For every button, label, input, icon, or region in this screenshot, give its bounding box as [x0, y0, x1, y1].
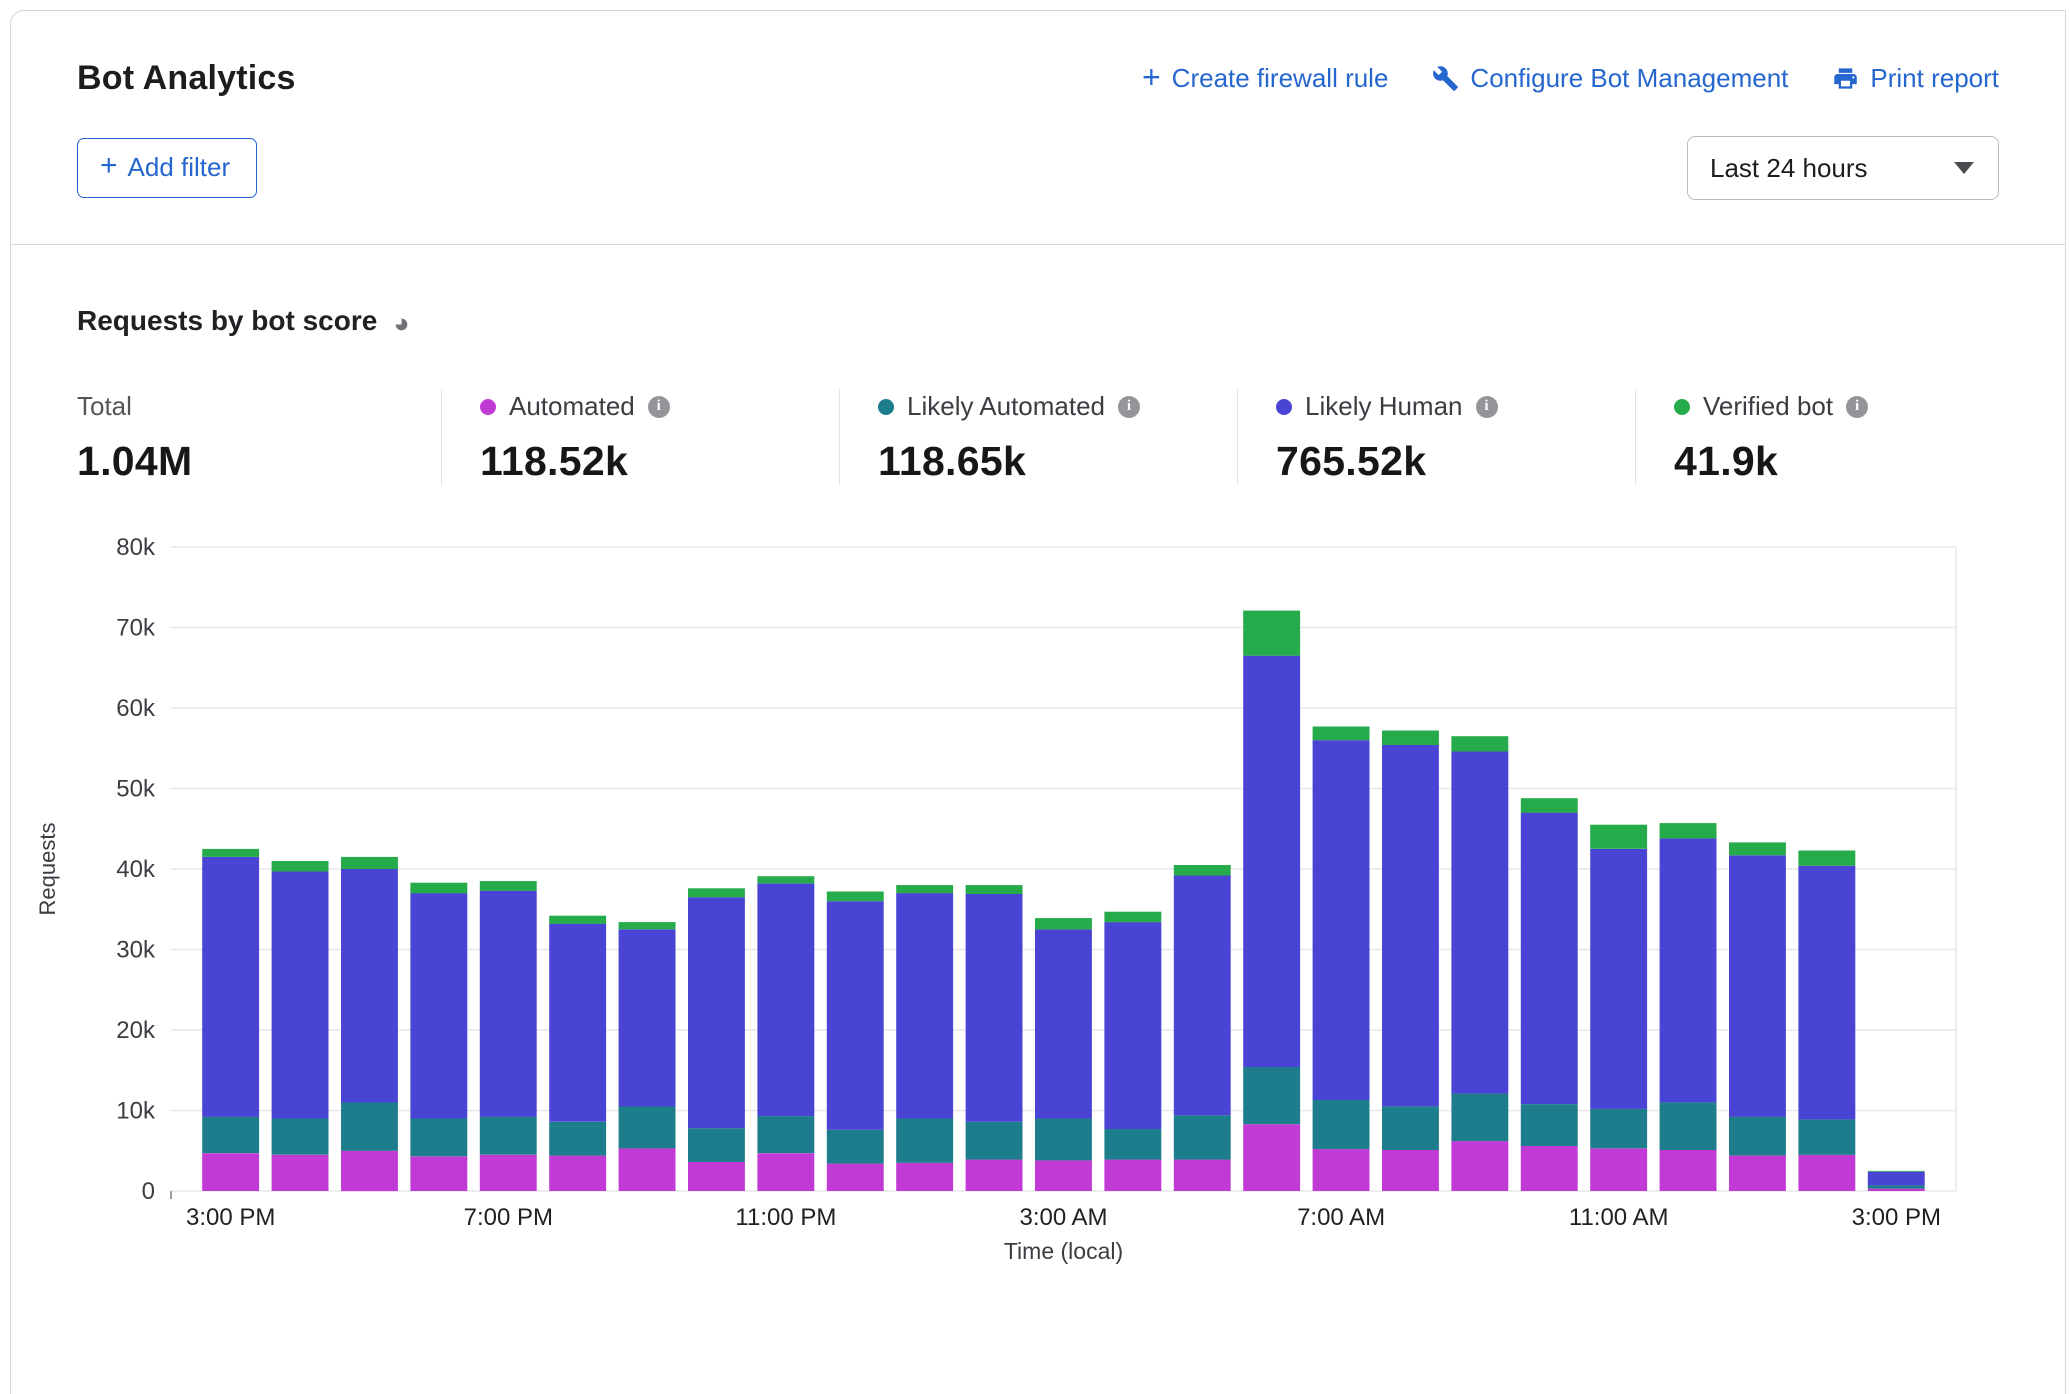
- header-section: Bot Analytics + Create firewall rule Con…: [11, 11, 2065, 245]
- legend-dot-likely-automated: [878, 399, 894, 415]
- stat-automated: Automated i 118.52k: [441, 389, 839, 485]
- svg-text:3:00 PM: 3:00 PM: [186, 1204, 275, 1231]
- stat-verified-bot-label: Verified bot: [1703, 391, 1833, 422]
- requests-by-bot-score-chart: 0 10k 20k 30k 40k 50k 60k 70k 80k 3:00 PM 7:00 PM 1…: [31, 519, 2021, 1277]
- page-title: Bot Analytics: [77, 59, 296, 98]
- svg-text:70k: 70k: [116, 615, 156, 642]
- legend-dot-verified-bot: [1674, 399, 1690, 415]
- svg-text:10k: 10k: [116, 1098, 156, 1125]
- stat-likely-human: Likely Human i 765.52k: [1237, 389, 1635, 485]
- stat-total-label: Total: [77, 391, 132, 422]
- stat-verified-bot-value: 41.9k: [1674, 438, 2033, 485]
- svg-text:80k: 80k: [116, 534, 156, 561]
- svg-text:11:00 PM: 11:00 PM: [735, 1204, 836, 1231]
- info-icon[interactable]: i: [1476, 396, 1498, 418]
- pie-chart-icon: ◕: [393, 310, 409, 337]
- svg-text:Time (local): Time (local): [1004, 1238, 1123, 1264]
- time-range-value: Last 24 hours: [1710, 153, 1868, 184]
- svg-text:50k: 50k: [116, 776, 156, 803]
- configure-bot-management-label: Configure Bot Management: [1470, 63, 1788, 94]
- stat-automated-label: Automated: [509, 391, 635, 422]
- printer-icon: [1832, 65, 1859, 92]
- configure-bot-management-link[interactable]: Configure Bot Management: [1432, 63, 1788, 94]
- stat-likely-human-value: 765.52k: [1276, 438, 1635, 485]
- stat-total-value: 1.04M: [77, 438, 441, 485]
- legend-dot-automated: [480, 399, 496, 415]
- svg-text:3:00 AM: 3:00 AM: [1019, 1204, 1107, 1231]
- stat-total: Total 1.04M: [77, 389, 441, 485]
- create-firewall-rule-label: Create firewall rule: [1172, 63, 1389, 94]
- info-icon[interactable]: i: [648, 396, 670, 418]
- svg-text:20k: 20k: [116, 1017, 156, 1044]
- svg-text:3:00 PM: 3:00 PM: [1852, 1204, 1941, 1231]
- stat-likely-automated: Likely Automated i 118.65k: [839, 389, 1237, 485]
- plus-icon: +: [100, 151, 118, 181]
- header-actions: + Create firewall rule Configure Bot Man…: [1142, 63, 1999, 95]
- bot-analytics-card: Bot Analytics + Create firewall rule Con…: [10, 10, 2066, 1394]
- stat-automated-value: 118.52k: [480, 438, 839, 485]
- legend-dot-likely-human: [1276, 399, 1292, 415]
- svg-text:0: 0: [142, 1178, 155, 1205]
- svg-text:11:00 AM: 11:00 AM: [1569, 1204, 1669, 1231]
- stat-likely-human-label: Likely Human: [1305, 391, 1463, 422]
- svg-text:30k: 30k: [116, 937, 156, 964]
- time-range-select[interactable]: Last 24 hours: [1687, 136, 1999, 200]
- stat-verified-bot: Verified bot i 41.9k: [1635, 389, 2033, 485]
- stats-row: Total 1.04M Automated i 118.52k Likely A…: [77, 389, 2045, 485]
- wrench-icon: [1432, 65, 1459, 92]
- plus-icon: +: [1142, 61, 1161, 93]
- create-firewall-rule-link[interactable]: + Create firewall rule: [1142, 63, 1388, 95]
- chart-section: Requests by bot score ◕ Total 1.04M Auto…: [11, 245, 2065, 1277]
- svg-text:Requests: Requests: [35, 823, 60, 916]
- svg-text:60k: 60k: [116, 695, 156, 722]
- svg-text:7:00 PM: 7:00 PM: [464, 1204, 553, 1231]
- chart-wrap: 0 10k 20k 30k 40k 50k 60k 70k 80k 3:00 PM 7:00 PM 1…: [31, 519, 2045, 1277]
- info-icon[interactable]: i: [1846, 396, 1868, 418]
- stat-likely-automated-value: 118.65k: [878, 438, 1237, 485]
- svg-text:7:00 AM: 7:00 AM: [1297, 1204, 1385, 1231]
- svg-text:40k: 40k: [116, 856, 156, 883]
- stat-likely-automated-label: Likely Automated: [907, 391, 1105, 422]
- info-icon[interactable]: i: [1118, 396, 1140, 418]
- section-title: Requests by bot score: [77, 305, 377, 337]
- add-filter-label: Add filter: [128, 152, 231, 183]
- chevron-down-icon: [1954, 162, 1974, 174]
- add-filter-button[interactable]: + Add filter: [77, 138, 257, 198]
- print-report-label: Print report: [1870, 63, 1999, 94]
- print-report-link[interactable]: Print report: [1832, 63, 1999, 94]
